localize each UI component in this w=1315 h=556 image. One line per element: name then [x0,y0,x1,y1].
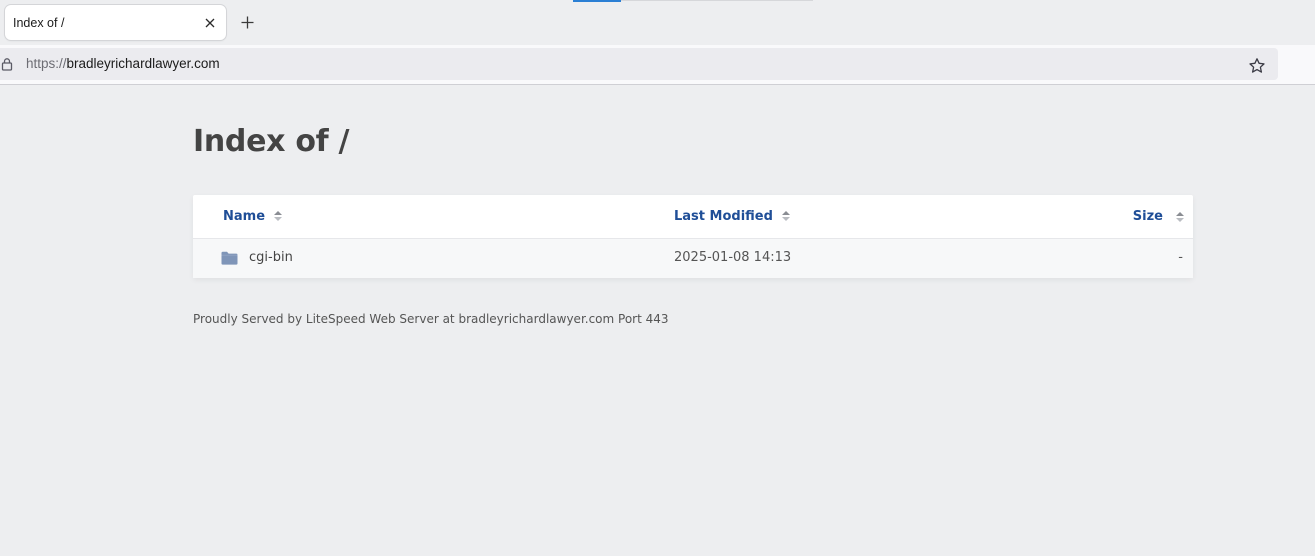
column-size-label: Size [1132,209,1163,224]
sort-icon [1176,212,1184,224]
address-bar[interactable]: https://bradleyrichardlawyer.com [0,48,1278,80]
sort-by-name-header[interactable]: Name [223,209,283,224]
url-host: bradleyrichardlawyer.com [66,56,220,71]
url-scheme: https:// [26,56,67,71]
tab-active[interactable]: Index of / [5,5,226,40]
page-title: Index of / [193,124,350,159]
folder-icon [221,251,238,265]
last-modified-value: 2025-01-08 14:13 [674,250,792,265]
lock-icon [1,58,13,71]
new-tab-button[interactable] [236,11,258,33]
close-icon[interactable] [200,13,220,33]
bookmark-star-icon[interactable] [1248,57,1266,75]
url-text: https://bradleyrichardlawyer.com [26,56,220,71]
sort-icon [274,210,283,223]
file-listing-table: Name Last Modified Size cgi-bin 2025-01-… [193,195,1193,278]
server-signature: Proudly Served by LiteSpeed Web Server a… [193,312,669,326]
table-row[interactable]: cgi-bin 2025-01-08 14:13 - [193,239,1193,278]
sort-icon [781,210,790,223]
column-modified-label: Last Modified [674,209,773,224]
loading-bar [573,0,621,2]
sort-by-modified-header[interactable]: Last Modified [674,209,790,224]
table-header: Name Last Modified Size [193,195,1193,239]
tab-title: Index of / [13,15,65,30]
sort-by-size-header[interactable]: Size [1133,209,1163,224]
nav-toolbar: https://bradleyrichardlawyer.com [0,45,1315,85]
size-value: - [1178,250,1183,265]
column-name-label: Name [223,209,266,224]
file-name-link[interactable]: cgi-bin [249,250,293,265]
tab-strip: Index of / [0,0,1315,45]
plus-icon [241,16,253,28]
